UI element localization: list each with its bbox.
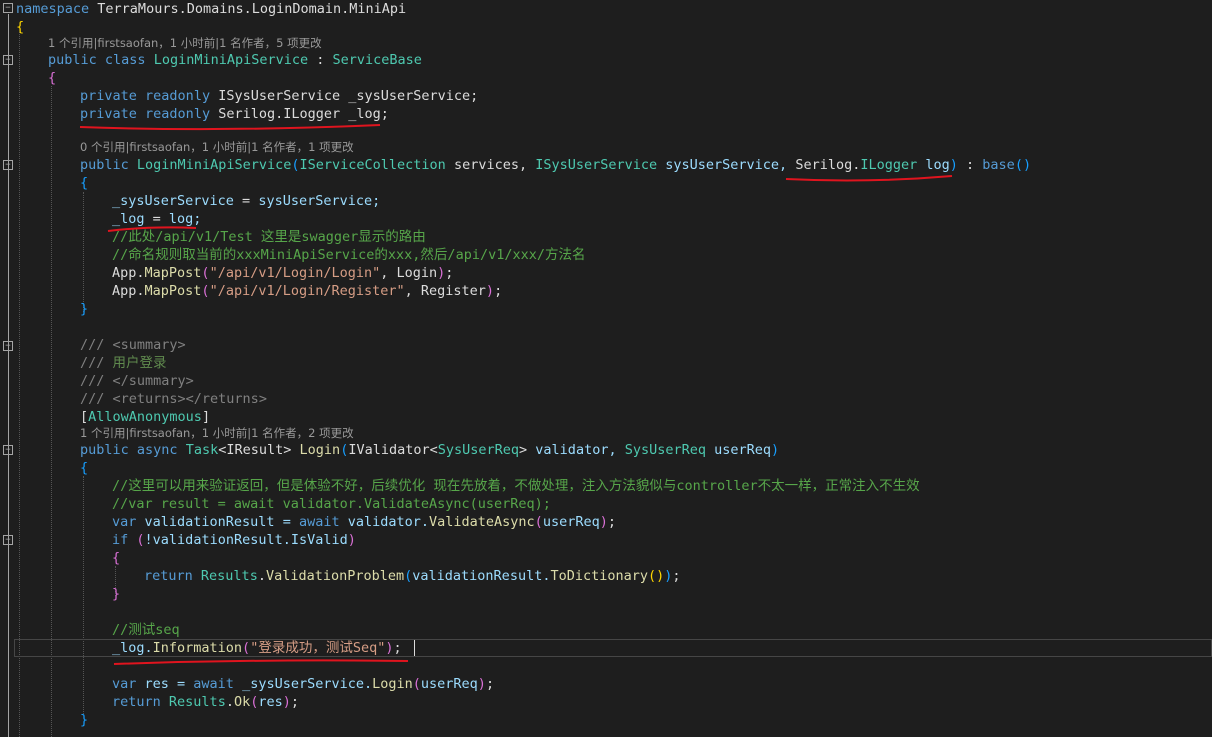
annotation-overlay [79, 124, 953, 665]
red-underline [113, 659, 409, 665]
red-underline [107, 226, 197, 232]
red-underline [785, 175, 953, 182]
code-editor[interactable]: − − − − − − namespace TerraMours.Domains… [0, 0, 1212, 737]
red-underline [79, 124, 381, 131]
